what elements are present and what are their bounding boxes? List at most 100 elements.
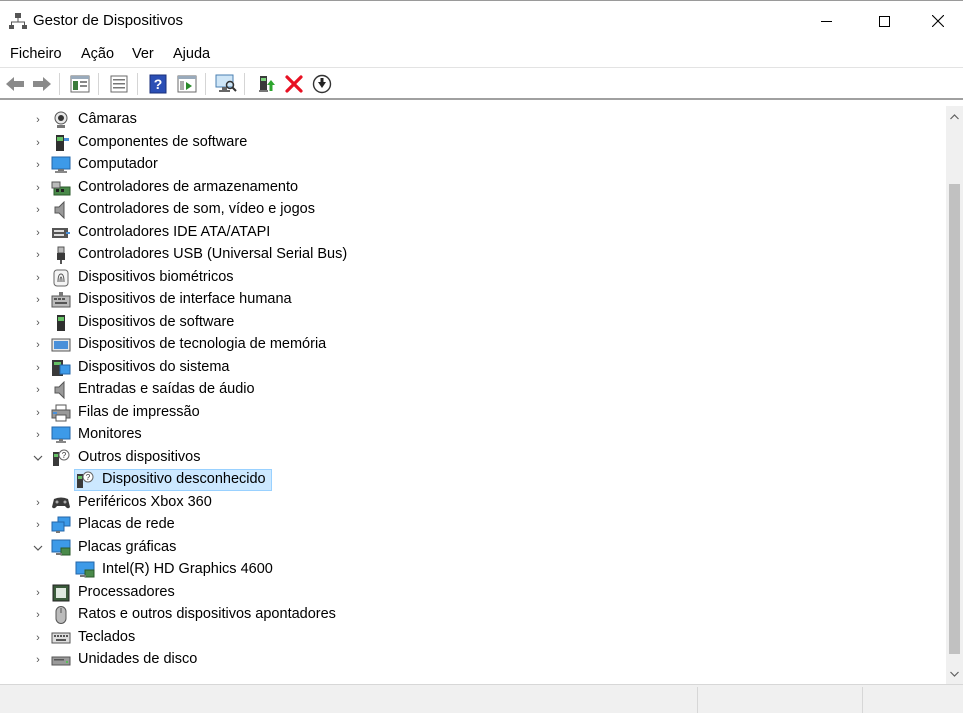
tree-item-computador[interactable]: › Computador — [0, 154, 946, 176]
keyboard-icon — [51, 632, 71, 643]
help-button[interactable]: ? — [146, 72, 170, 96]
storage-controller-icon — [51, 181, 71, 195]
update-driver-icon — [259, 76, 275, 92]
tree-item-filas-de-impressao[interactable]: › Filas de impressão — [0, 402, 946, 424]
chevron-right-icon[interactable]: › — [32, 270, 44, 286]
tree-item-controladores-de-som[interactable]: › Controladores de som, vídeo e jogos — [0, 199, 946, 221]
forward-button[interactable] — [30, 72, 54, 96]
monitor-icon — [51, 426, 71, 443]
chevron-right-icon[interactable]: › — [32, 405, 44, 421]
tree-item-label: Dispositivos biométricos — [78, 268, 234, 285]
minimize-button[interactable] — [797, 1, 855, 41]
close-button[interactable] — [913, 1, 963, 41]
tree-item-teclados[interactable]: › Teclados — [0, 627, 946, 649]
tree-item-controladores-ide[interactable]: › Controladores IDE ATA/ATAPI — [0, 222, 946, 244]
tree-item-processadores[interactable]: › Processadores — [0, 582, 946, 604]
action-view-button[interactable] — [175, 72, 199, 96]
chevron-right-icon[interactable]: › — [32, 202, 44, 218]
chevron-right-icon[interactable]: › — [32, 157, 44, 173]
chevron-down-icon[interactable] — [32, 450, 44, 466]
tree-item-placas-de-rede[interactable]: › Placas de rede — [0, 514, 946, 536]
tree-item-dispositivos-de-tecnologia-de-memoria[interactable]: › Dispositivos de tecnologia de memória — [0, 334, 946, 356]
menu-acao[interactable]: Ação — [81, 46, 114, 62]
tree-item-placas-graficas[interactable]: Placas gráficas — [0, 537, 946, 559]
close-icon — [932, 15, 944, 27]
tree-item-camaras[interactable]: › Câmaras — [0, 109, 946, 131]
properties-view-button[interactable] — [68, 72, 92, 96]
chevron-right-icon[interactable]: › — [32, 495, 44, 511]
tree-item-dispositivo-desconhecido[interactable]: ? Dispositivo desconhecido — [0, 469, 946, 491]
tree-item-label: Dispositivos de interface humana — [78, 291, 292, 307]
chevron-right-icon[interactable]: › — [32, 427, 44, 443]
title-bar[interactable]: Gestor de Dispositivos — [0, 0, 963, 40]
display-adapter-icon — [51, 539, 71, 555]
chevron-right-icon[interactable]: › — [32, 180, 44, 196]
maximize-button[interactable] — [855, 1, 913, 41]
tree-item-unidades-de-disco[interactable]: › Unidades de disco — [0, 649, 946, 671]
tree-item-perifericos-xbox-360[interactable]: › Periféricos Xbox 360 — [0, 492, 946, 514]
menu-bar: Ficheiro Ação Ver Ajuda — [0, 41, 963, 68]
scroll-down-icon[interactable] — [946, 665, 963, 682]
disable-button[interactable] — [310, 72, 334, 96]
chevron-right-icon[interactable]: › — [32, 112, 44, 128]
chevron-right-icon[interactable]: › — [32, 607, 44, 623]
maximize-icon — [878, 15, 890, 27]
menu-ajuda[interactable]: Ajuda — [173, 46, 210, 62]
tree-item-monitores[interactable]: › Monitores — [0, 424, 946, 446]
tree-item-intel-hd-graphics-4600[interactable]: Intel(R) HD Graphics 4600 — [0, 559, 946, 581]
tree-item-dispositivos-de-interface-humana[interactable]: › Dispositivos de interface humana — [0, 289, 946, 311]
back-button[interactable] — [3, 72, 27, 96]
toolbar: ? — [0, 68, 963, 100]
chevron-right-icon[interactable]: › — [32, 225, 44, 241]
scroll-up-icon[interactable] — [946, 108, 963, 125]
tree-item-entradas-e-saidas-de-audio[interactable]: › Entradas e saídas de áudio — [0, 379, 946, 401]
device-tree[interactable]: › Câmaras › Componentes de software › Co… — [0, 106, 946, 684]
chevron-right-icon[interactable]: › — [32, 135, 44, 151]
svg-text:?: ? — [62, 451, 67, 460]
audio-io-icon — [54, 381, 65, 399]
tree-item-label: Placas de rede — [78, 516, 175, 532]
scan-hardware-icon — [215, 74, 237, 92]
tree-item-dispositivos-de-software[interactable]: › Dispositivos de software — [0, 312, 946, 334]
menu-ficheiro[interactable]: Ficheiro — [10, 46, 62, 62]
chevron-right-icon[interactable]: › — [32, 382, 44, 398]
vertical-scrollbar[interactable] — [946, 106, 963, 684]
chevron-down-icon[interactable] — [32, 540, 44, 556]
network-adapter-icon — [51, 516, 71, 533]
tree-item-label: Filas de impressão — [78, 403, 200, 420]
properties-view-icon — [70, 75, 90, 93]
software-device-icon — [57, 314, 65, 331]
details-button[interactable] — [107, 72, 131, 96]
update-driver-button[interactable] — [255, 72, 279, 96]
chevron-right-icon[interactable]: › — [32, 292, 44, 308]
chevron-right-icon[interactable]: › — [32, 360, 44, 376]
chevron-right-icon[interactable]: › — [32, 652, 44, 668]
tree-item-label: Dispositivo desconhecido — [102, 471, 266, 487]
tree-item-componentes-de-software[interactable]: › Componentes de software — [0, 132, 946, 154]
chevron-right-icon[interactable]: › — [32, 247, 44, 263]
svg-text:?: ? — [154, 76, 163, 92]
chevron-right-icon[interactable]: › — [32, 315, 44, 331]
fingerprint-icon — [53, 269, 69, 286]
tree-item-outros-dispositivos[interactable]: ? Outros dispositivos — [0, 447, 946, 469]
chevron-right-icon[interactable]: › — [32, 337, 44, 353]
chevron-right-icon[interactable]: › — [32, 585, 44, 601]
tree-item-controladores-de-armazenamento[interactable]: › Controladores de armazenamento — [0, 177, 946, 199]
uninstall-button[interactable] — [282, 72, 306, 96]
forward-icon — [33, 77, 51, 91]
action-view-icon — [177, 75, 197, 93]
menu-ver[interactable]: Ver — [132, 46, 154, 62]
tree-item-label: Controladores IDE ATA/ATAPI — [78, 223, 271, 240]
tree-item-dispositivos-do-sistema[interactable]: › Dispositivos do sistema — [0, 357, 946, 379]
help-icon: ? — [149, 74, 167, 94]
scan-hardware-button[interactable] — [214, 72, 238, 96]
tree-item-controladores-usb[interactable]: › Controladores USB (Universal Serial Bu… — [0, 244, 946, 266]
tree-item-ratos[interactable]: › Ratos e outros dispositivos apontadore… — [0, 604, 946, 626]
chevron-right-icon[interactable]: › — [32, 517, 44, 533]
scrollbar-thumb[interactable] — [949, 184, 960, 654]
window-title: Gestor de Dispositivos — [33, 12, 184, 29]
tree-item-label: Unidades de disco — [78, 651, 198, 667]
chevron-right-icon[interactable]: › — [32, 630, 44, 646]
tree-item-dispositivos-biometricos[interactable]: › Dispositivos biométricos — [0, 267, 946, 289]
tree-item-label: Controladores USB (Universal Serial Bus) — [78, 246, 348, 262]
